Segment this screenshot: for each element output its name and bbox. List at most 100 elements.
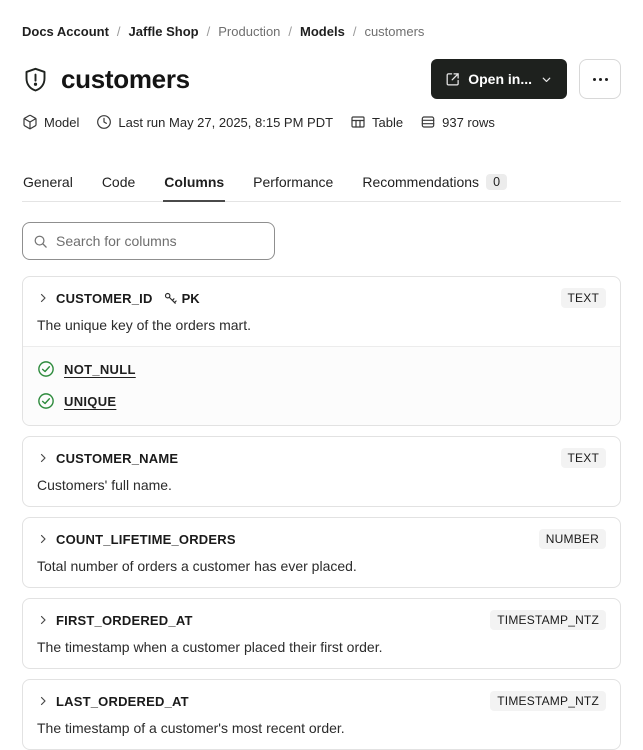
tab-count-badge: 0 [486, 174, 508, 190]
open-in-label: Open in... [468, 71, 532, 87]
test-row: UNIQUE [37, 392, 606, 410]
column-card-customer_id: CUSTOMER_ID PK TEXT The unique key of the o… [22, 276, 621, 426]
column-description: The timestamp of a customer's most recen… [37, 720, 345, 736]
breadcrumb-separator: / [288, 24, 293, 39]
column-type-badge: TIMESTAMP_NTZ [490, 691, 606, 711]
meta-item-clock: Last run May 27, 2025, 8:15 PM PDT [96, 114, 333, 130]
column-tests-section: NOT_NULL UNIQUE [23, 346, 620, 425]
meta-label: Table [372, 114, 404, 130]
column-card-customer_name: CUSTOMER_NAME TEXT Customers' full name. [22, 436, 621, 507]
columns-list: CUSTOMER_ID PK TEXT The unique key of the o… [22, 276, 621, 750]
test-row: NOT_NULL [37, 360, 606, 378]
column-card-header: FIRST_ORDERED_AT TIMESTAMP_NTZ [37, 610, 606, 630]
clock-icon [97, 115, 112, 129]
breadcrumb: Docs Account / Jaffle Shop / Production / Mode… [22, 24, 621, 39]
breadcrumb-separator: / [206, 24, 211, 39]
tab-columns[interactable]: Columns [163, 174, 226, 202]
breadcrumb-item-models[interactable]: Models [300, 24, 345, 39]
column-card-top: FIRST_ORDERED_AT TIMESTAMP_NTZ The timesta… [23, 599, 620, 668]
column-description: Customers' full name. [37, 477, 172, 493]
model-page: Docs Account / Jaffle Shop / Production / Mode… [0, 0, 643, 750]
column-card-top: COUNT_LIFETIME_ORDERS NUMBER Total number … [23, 518, 620, 587]
tab-recommendations[interactable]: Recommendations 0 [361, 174, 508, 202]
page-title: customers [61, 63, 190, 94]
expand-chevron-icon[interactable] [37, 292, 49, 304]
title-row: customers Open in... [22, 59, 621, 99]
chevron-down-icon [542, 77, 551, 82]
column-description: The unique key of the orders mart. [37, 317, 251, 333]
column-type-badge: TEXT [560, 288, 606, 308]
column-card-top: CUSTOMER_ID PK TEXT The unique key of the o… [23, 277, 620, 346]
chevron-right-icon [40, 615, 46, 625]
title-group: customers [22, 64, 190, 95]
column-description: Total number of orders a customer has ev… [37, 558, 357, 574]
tab-label: Code [101, 174, 136, 190]
column-name: LAST_ORDERED_AT [56, 693, 189, 709]
tab-bar: General Code Columns Performance Recommendat… [22, 174, 621, 202]
tab-label: General [23, 174, 73, 190]
column-search-box [22, 222, 275, 260]
column-name: FIRST_ORDERED_AT [56, 612, 193, 628]
breadcrumb-item-production: Production [218, 24, 281, 39]
column-card-header: CUSTOMER_ID PK TEXT [37, 288, 606, 308]
test-link-not_null[interactable]: NOT_NULL [64, 362, 136, 377]
chevron-right-icon [40, 453, 46, 463]
test-link-unique[interactable]: UNIQUE [64, 394, 116, 409]
meta-item-database: 937 rows [420, 114, 495, 130]
meta-item-cube: Model [22, 114, 79, 130]
tab-general[interactable]: General [22, 174, 74, 202]
expand-chevron-icon[interactable] [37, 452, 49, 464]
search-input[interactable] [56, 233, 264, 249]
tab-code[interactable]: Code [101, 174, 136, 202]
breadcrumb-item-docs-account[interactable]: Docs Account [22, 24, 109, 39]
column-card-first_ordered_at: FIRST_ORDERED_AT TIMESTAMP_NTZ The timesta… [22, 598, 621, 669]
column-name: COUNT_LIFETIME_ORDERS [56, 531, 236, 547]
chevron-right-icon [40, 696, 46, 706]
tab-performance[interactable]: Performance [252, 174, 334, 202]
cube-icon [23, 114, 37, 130]
pk-label: PK [181, 290, 200, 306]
column-type-badge: TIMESTAMP_NTZ [490, 610, 606, 630]
column-card-header: LAST_ORDERED_AT TIMESTAMP_NTZ [37, 691, 606, 711]
table-icon [351, 116, 365, 128]
breadcrumb-separator: / [116, 24, 121, 39]
column-card-header: CUSTOMER_NAME TEXT [37, 448, 606, 468]
external-link-icon [446, 72, 459, 85]
header-actions: Open in... [431, 59, 621, 99]
more-actions-button[interactable] [579, 59, 621, 99]
column-description: The timestamp when a customer placed the… [37, 639, 383, 655]
column-type-badge: TEXT [560, 448, 606, 468]
meta-label: Model [44, 114, 80, 130]
expand-chevron-icon[interactable] [37, 695, 49, 707]
test-pass-check-icon [38, 393, 54, 409]
database-icon [421, 116, 435, 128]
model-health-shield-icon [25, 67, 46, 91]
meta-label: 937 rows [442, 114, 495, 130]
chevron-right-icon [40, 534, 46, 544]
column-name: CUSTOMER_ID [56, 290, 153, 306]
tab-label: Performance [253, 174, 334, 190]
tab-label: Columns [164, 174, 225, 190]
meta-label: Last run May 27, 2025, 8:15 PM PDT [118, 114, 334, 130]
test-pass-check-icon [38, 361, 54, 377]
expand-chevron-icon[interactable] [37, 614, 49, 626]
ellipsis-icon [592, 77, 596, 81]
tab-label: Recommendations [362, 174, 480, 190]
column-card-last_ordered_at: LAST_ORDERED_AT TIMESTAMP_NTZ The timestam… [22, 679, 621, 750]
breadcrumb-item-jaffle-shop[interactable]: Jaffle Shop [129, 24, 199, 39]
column-type-badge: NUMBER [538, 529, 606, 549]
open-in-button[interactable]: Open in... [431, 59, 567, 99]
key-icon [164, 292, 177, 304]
search-icon [34, 235, 47, 248]
expand-chevron-icon[interactable] [37, 533, 49, 545]
column-card-count_lifetime_orders: COUNT_LIFETIME_ORDERS NUMBER Total number … [22, 517, 621, 588]
chevron-right-icon [40, 293, 46, 303]
column-card-top: LAST_ORDERED_AT TIMESTAMP_NTZ The timestam… [23, 680, 620, 749]
resource-meta-row: Model Last run May 27, 2025, 8:15 PM PDT T… [22, 114, 621, 130]
column-card-header: COUNT_LIFETIME_ORDERS NUMBER [37, 529, 606, 549]
primary-key-indicator: PK [163, 291, 200, 306]
column-card-top: CUSTOMER_NAME TEXT Customers' full name. [23, 437, 620, 506]
breadcrumb-separator: / [352, 24, 357, 39]
column-name: CUSTOMER_NAME [56, 450, 179, 466]
meta-item-table: Table [350, 114, 403, 130]
